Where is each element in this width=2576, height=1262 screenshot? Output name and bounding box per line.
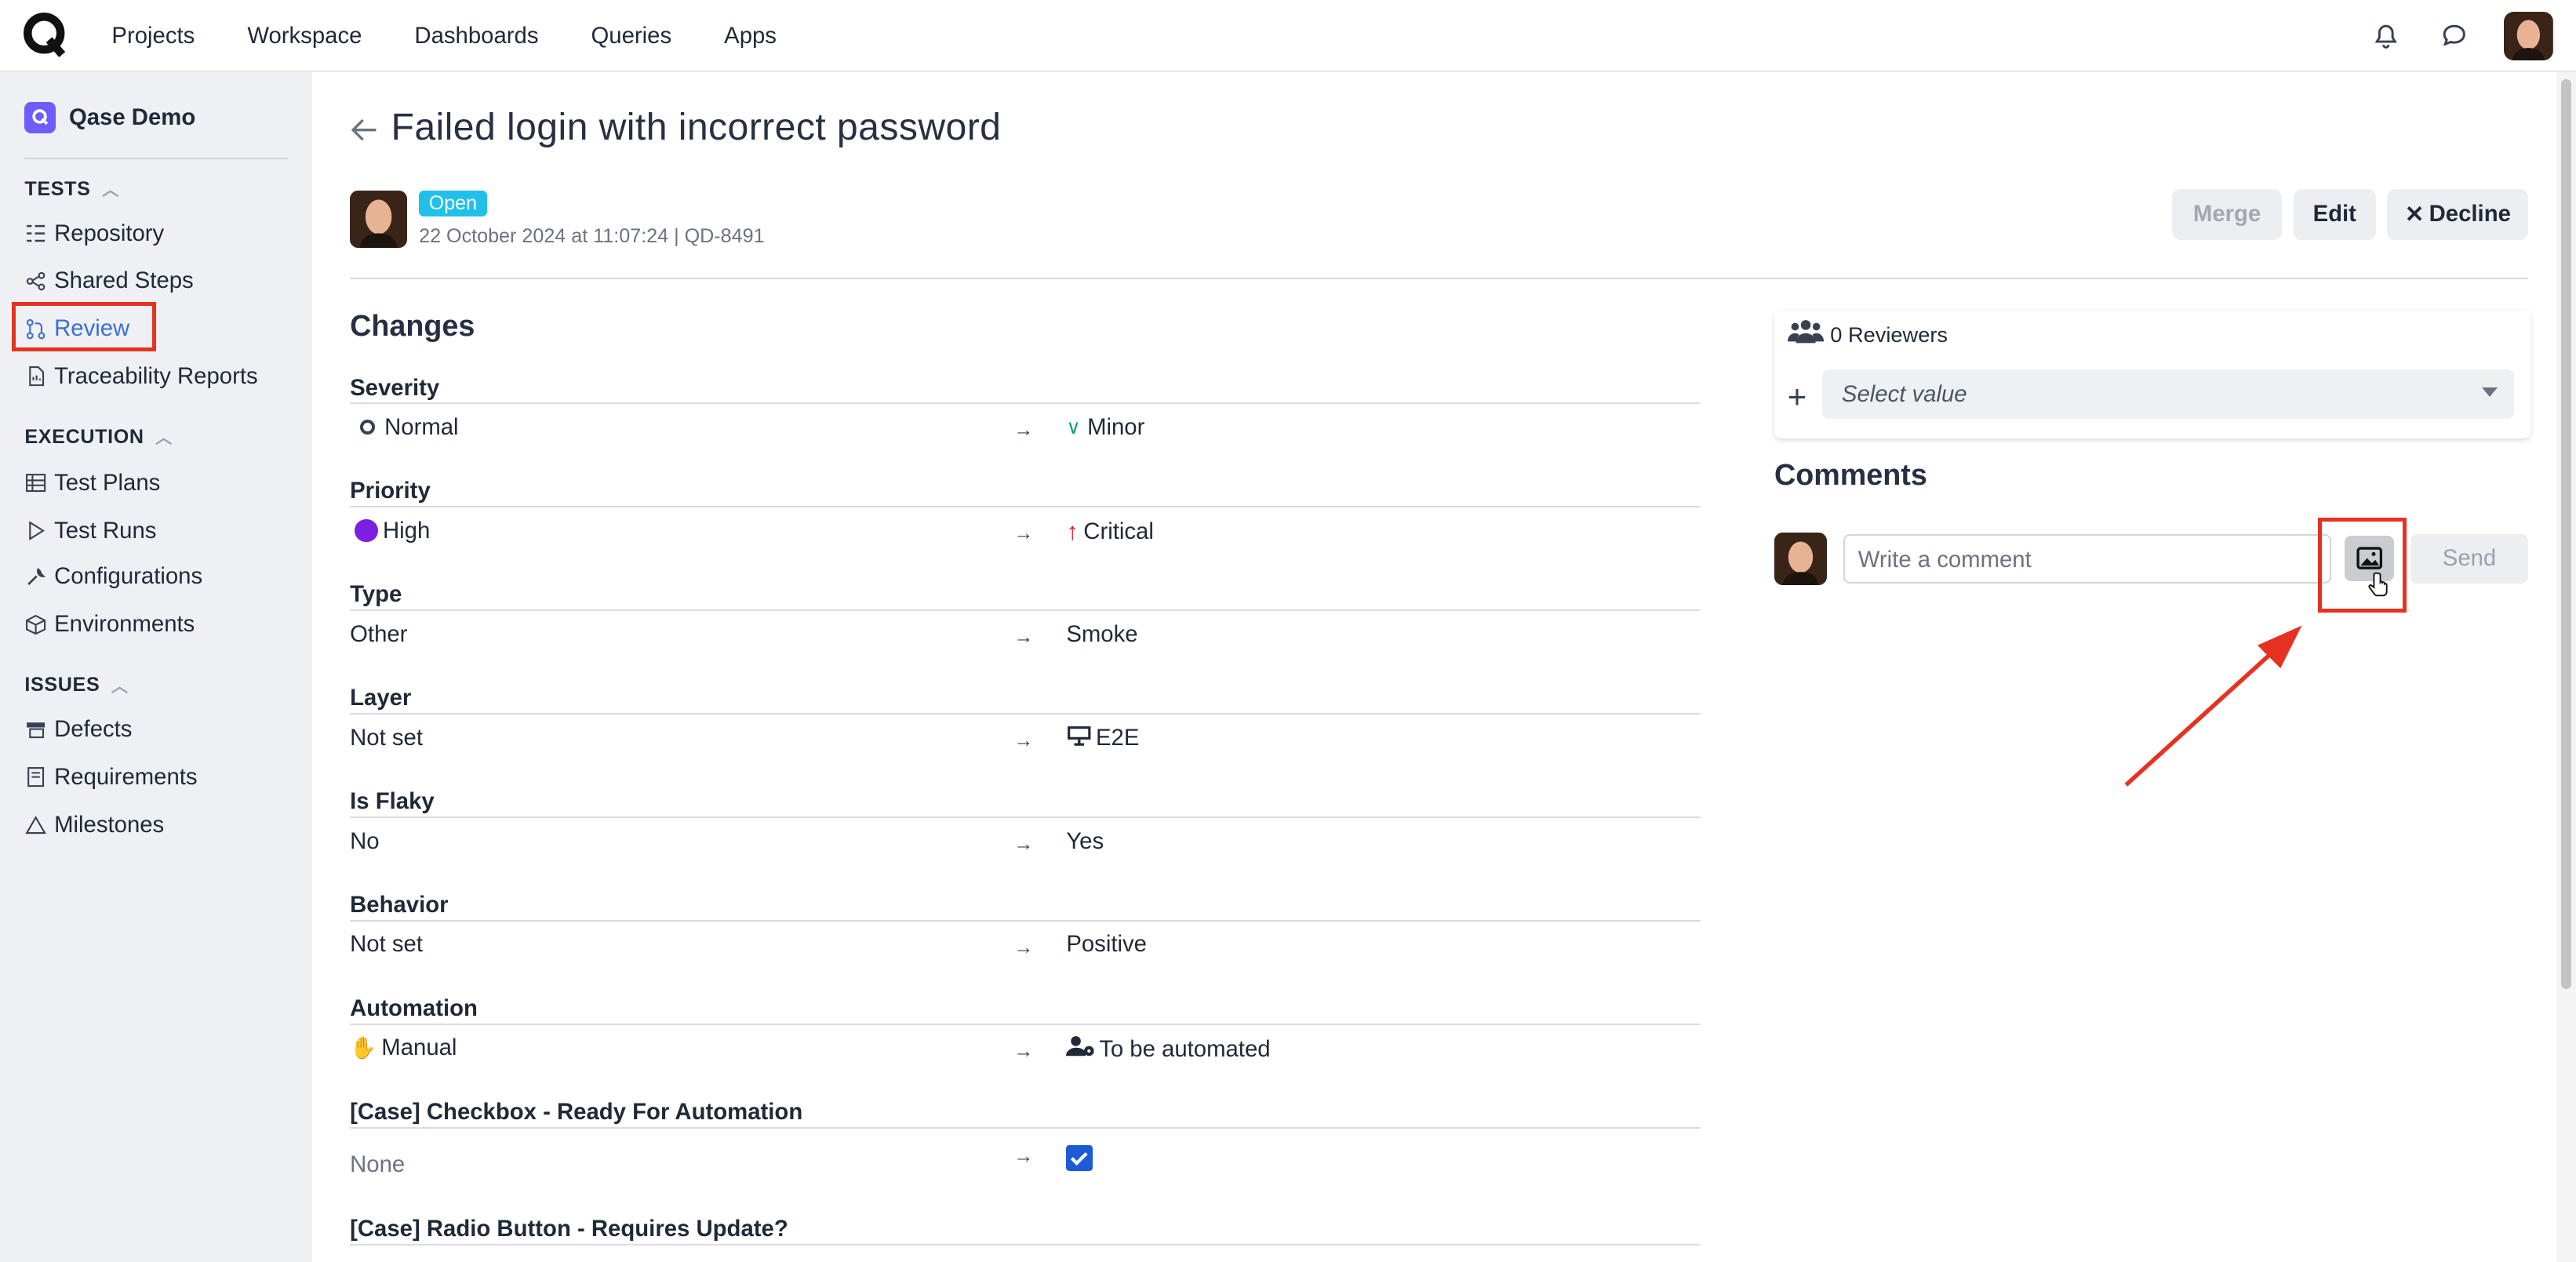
project-selector[interactable]: Qase Demo [24,101,196,133]
nav-dashboards[interactable]: Dashboards [414,23,538,49]
reviewer-select[interactable]: Select value [1821,369,2514,420]
change-type: Type Other → Smoke [350,581,1701,656]
comment-input[interactable]: Write a comment [1843,533,2332,584]
sidebar-divider [24,158,288,159]
user-avatar[interactable] [2504,11,2553,61]
wrench-icon [24,566,47,588]
user-gear-icon [1066,1035,1096,1064]
add-reviewer-plus-icon[interactable]: + [1788,378,1806,416]
comments-title: Comments [1774,458,1927,492]
scrollbar-thumb[interactable] [2561,78,2571,989]
merge-button[interactable]: Merge [2171,188,2283,240]
sidebar-item-requirements[interactable]: Requirements [24,764,198,791]
status-badge: Open [419,190,487,217]
annotation-arrow [2119,616,2316,793]
cube-icon [24,613,47,635]
checkbox-checked-icon [1066,1144,1093,1172]
reviewers-icon [1787,318,1824,351]
change-layer: Layer Not set → E2E [350,685,1701,760]
sidebar-item-traceability-reports[interactable]: Traceability Reports [24,363,258,390]
meta-info: 22 October 2024 at 11:07:24 | QD-8491 [419,224,765,247]
decline-button[interactable]: ✕ Decline [2387,188,2529,240]
project-logo-icon [24,101,56,133]
chevron-down-icon: ∨ [1066,416,1081,438]
chevron-up-icon: ︿ [102,181,119,200]
change-checkbox-ready-for-automation: [Case] Checkbox - Ready For Automation N… [350,1099,1701,1187]
author-avatar [350,190,408,249]
close-icon: ✕ [2404,201,2425,227]
dropdown-caret-icon [2481,387,2498,397]
edit-button[interactable]: Edit [2293,188,2376,240]
priority-dot-icon [355,518,378,543]
sidebar-item-environments[interactable]: Environments [24,611,195,638]
back-arrow-icon[interactable] [351,115,378,149]
nav-workspace[interactable]: Workspace [247,23,362,49]
nav-queries[interactable]: Queries [591,23,672,49]
nav-projects[interactable]: Projects [111,23,195,49]
image-button-highlight-box [2318,517,2407,613]
commenter-avatar [1774,532,1828,585]
bell-icon[interactable] [2369,20,2402,53]
change-radio-requires-update: [Case] Radio Button - Requires Update? [350,1216,1701,1246]
book-icon [24,766,47,788]
changes-title: Changes [350,308,475,342]
nav-apps[interactable]: Apps [724,23,777,49]
sidebar-item-configurations[interactable]: Configurations [24,563,202,590]
section-tests[interactable]: TESTS ︿ [24,177,118,201]
sidebar-item-milestones[interactable]: Milestones [24,812,164,838]
project-name: Qase Demo [68,104,196,130]
chat-icon[interactable] [2438,20,2471,53]
page-title: Failed login with incorrect password [391,106,1002,149]
pointer-cursor-icon [2367,572,2389,606]
mountain-icon [24,813,47,836]
arrow-up-icon: ↑ [1066,517,1079,545]
reviewers-title: 0 Reviewers [1787,318,1948,351]
monitor-icon [1066,725,1093,752]
send-button[interactable]: Send [2410,533,2529,584]
chevron-up-icon: ︿ [111,677,129,696]
page-scrollbar[interactable] [2556,72,2576,1262]
sidebar-item-test-runs[interactable]: Test Runs [24,518,156,544]
section-issues[interactable]: ISSUES ︿ [24,674,128,697]
main-nav: Projects Workspace Dashboards Queries Ap… [111,0,829,72]
sidebar-item-shared-steps[interactable]: Shared Steps [24,267,194,294]
defects-icon [24,718,47,741]
test-plans-icon [24,471,47,494]
section-execution[interactable]: EXECUTION ︿ [24,425,172,449]
change-severity: Severity Normal → ∨ Minor [350,375,1701,450]
play-icon [24,519,47,542]
report-icon [24,365,47,387]
hand-icon: ✋ [350,1035,377,1060]
circle-icon [359,420,375,435]
shared-steps-icon [24,270,47,293]
review-highlight-box [11,302,156,352]
change-is-flaky: Is Flaky No → Yes [350,788,1701,864]
sidebar: Qase Demo TESTS ︿ Repository Shared Steps… [0,72,312,1262]
reviewers-card: 0 Reviewers + Select value [1774,310,2531,439]
qase-logo-icon[interactable] [23,10,69,60]
repository-icon [24,222,47,245]
chevron-up-icon: ︿ [155,429,173,448]
sidebar-item-repository[interactable]: Repository [24,220,164,247]
change-priority: Priority High → ↑ Critical [350,478,1701,553]
change-behavior: Behavior Not set → Positive [350,892,1701,967]
sidebar-item-defects[interactable]: Defects [24,716,132,743]
top-bar: Projects Workspace Dashboards Queries Ap… [0,0,2576,73]
header-divider [350,277,2529,279]
sidebar-item-test-plans[interactable]: Test Plans [24,470,160,496]
change-automation: Automation ✋ Manual → To be automated [350,995,1701,1071]
